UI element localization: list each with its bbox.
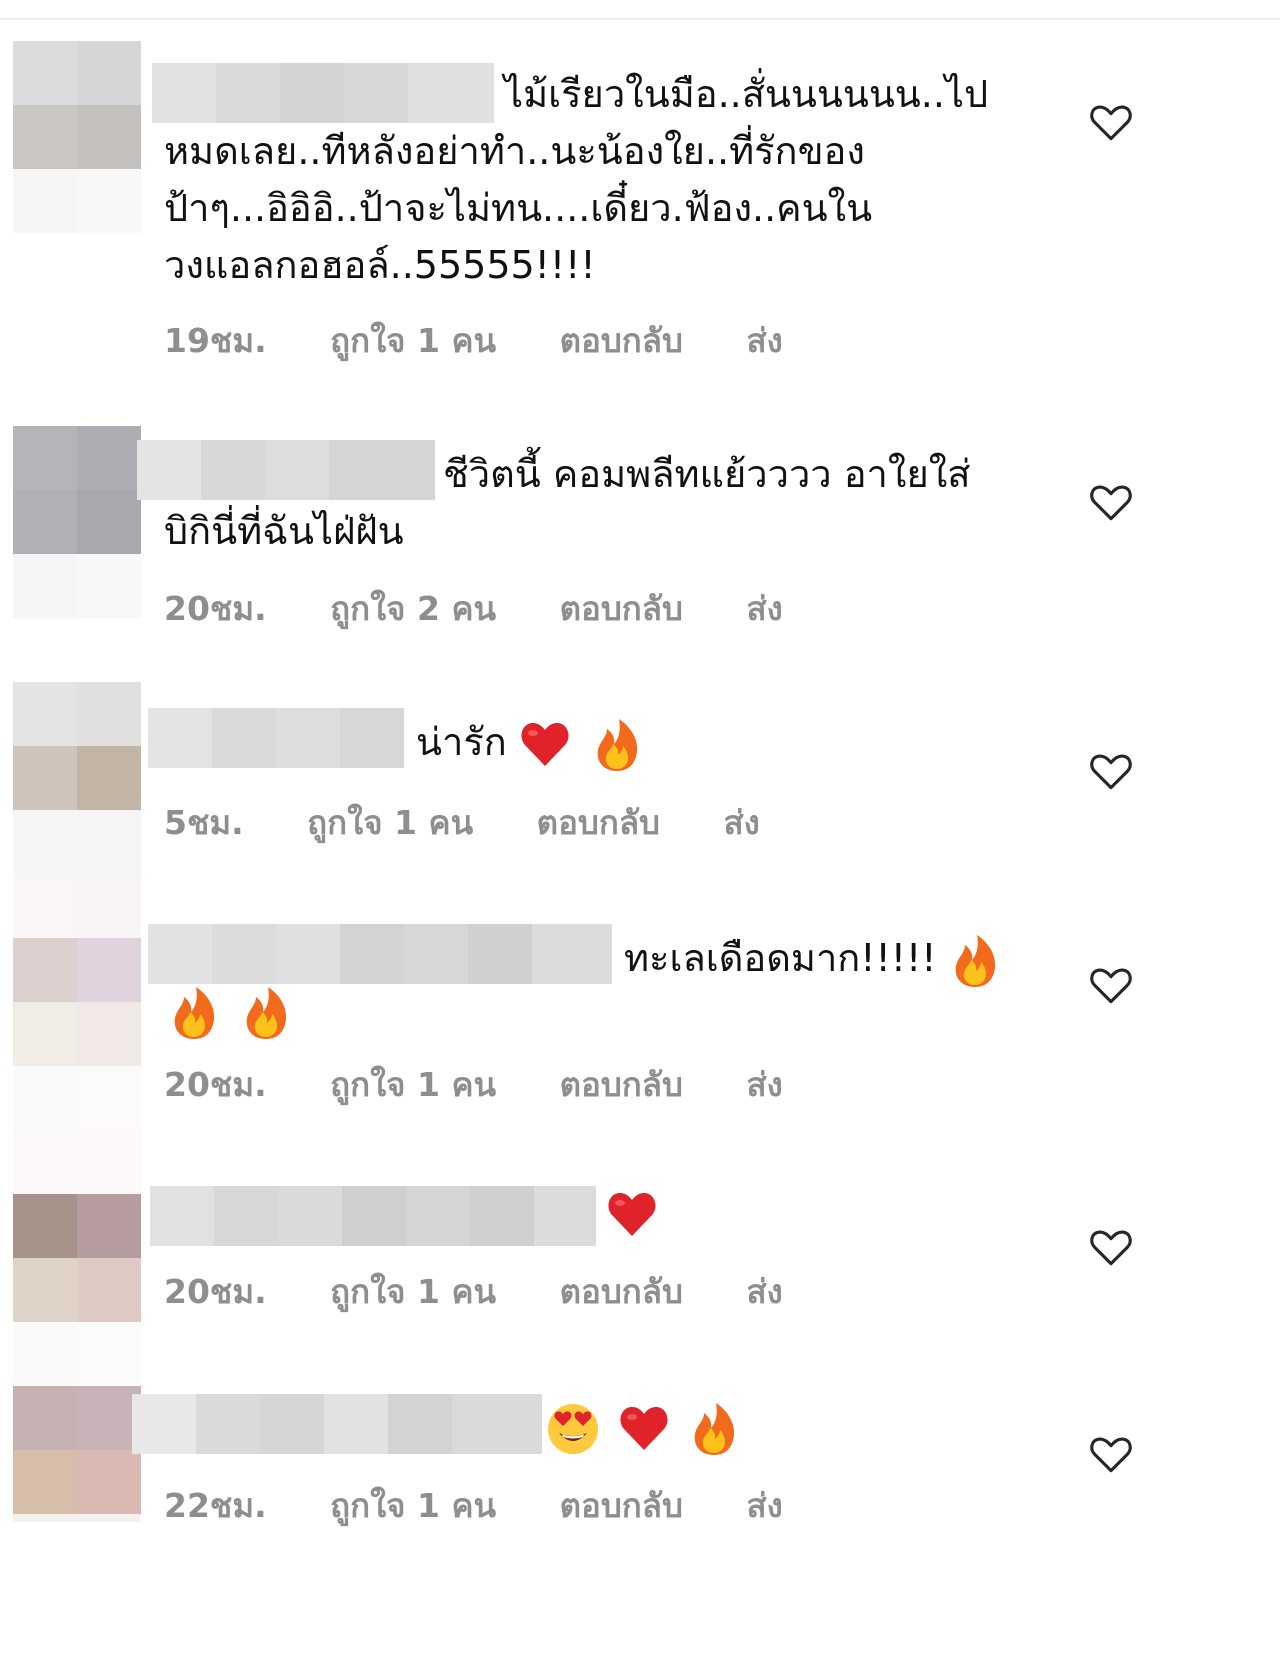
reply-button[interactable]: ตอบกลับ [560,1065,683,1104]
comment-text-line: หมดเลย..ทีหลังอย่าทำ..นะน้องใย..ที่รักขอ… [164,129,865,173]
heart-outline-icon[interactable] [1086,97,1136,147]
comment-meta: 20ชม. ถูกใจ 1 คน ตอบกลับ ส่ง [164,1058,835,1111]
fire-emoji-icon [597,718,638,771]
avatar[interactable] [13,682,141,874]
like-count-button[interactable]: ถูกใจ 1 คน [330,321,496,360]
like-count-button[interactable]: ถูกใจ 1 คน [330,1065,496,1104]
comment-text: น่ารัก [416,720,507,764]
username-blurred[interactable] [152,63,494,123]
comment-meta: 20ชม. ถูกใจ 1 คน ตอบกลับ ส่ง [164,1265,835,1318]
fire-emoji-icon [955,934,995,987]
heart-outline-icon[interactable] [1086,477,1136,527]
top-divider [0,18,1280,20]
red-heart-emoji-icon [620,1406,668,1450]
timestamp: 20ชม. [164,1065,267,1104]
timestamp: 19ชม. [164,321,267,360]
avatar[interactable] [13,1194,141,1386]
username-blurred[interactable] [148,924,612,984]
like-count-button[interactable]: ถูกใจ 1 คน [330,1486,496,1525]
heart-outline-icon[interactable] [1086,1429,1136,1479]
timestamp: 5ชม. [164,803,244,842]
comment-meta: 5ชม. ถูกใจ 1 คน ตอบกลับ ส่ง [164,796,812,849]
heart-eyes-emoji-icon [548,1403,598,1454]
comment-text-line: ทะเลเดือดมาก!!!!! [624,930,1001,989]
comment-text-line [546,1398,740,1457]
send-button[interactable]: ส่ง [746,321,782,360]
timestamp: 20ชม. [164,1272,267,1311]
heart-outline-icon[interactable] [1086,960,1136,1010]
comment-meta: 20ชม. ถูกใจ 2 คน ตอบกลับ ส่ง [164,582,835,635]
fire-emoji-icon [174,986,215,1039]
send-button[interactable]: ส่ง [746,589,782,628]
comment-text-line: ไม้เรียวในมือ..สั่นนนนนน..ไป [504,72,989,116]
comment-text-line: น่ารัก [416,714,643,773]
send-button[interactable]: ส่ง [724,803,760,842]
avatar[interactable] [13,426,141,618]
timestamp: 20ชม. [164,589,267,628]
comment-text-line [168,982,292,1041]
like-count-button[interactable]: ถูกใจ 2 คน [330,589,496,628]
reply-button[interactable]: ตอบกลับ [560,321,683,360]
comment-text-line: วงแอลกอฮอล์..55555!!!! [164,243,596,287]
red-heart-emoji-icon [608,1192,656,1236]
comment-meta: 19ชม. ถูกใจ 1 คน ตอบกลับ ส่ง [164,314,835,367]
username-blurred[interactable] [137,440,435,500]
fire-emoji-icon [246,986,287,1039]
reply-button[interactable]: ตอบกลับ [560,1486,683,1525]
reply-button[interactable]: ตอบกลับ [537,803,660,842]
username-blurred[interactable] [150,1186,596,1246]
send-button[interactable]: ส่ง [746,1486,782,1525]
reply-button[interactable]: ตอบกลับ [560,1272,683,1311]
avatar[interactable] [13,1386,141,1522]
comment-text-line: ชีวิตนี้ คอมพลีทแย้วววว อาใยใส่ [443,452,971,496]
send-button[interactable]: ส่ง [746,1065,782,1104]
username-blurred[interactable] [132,1394,542,1454]
heart-outline-icon[interactable] [1086,1222,1136,1272]
avatar[interactable] [13,41,141,233]
red-heart-emoji-icon [521,722,569,766]
like-count-button[interactable]: ถูกใจ 1 คน [330,1272,496,1311]
fire-emoji-icon [694,1402,735,1455]
heart-outline-icon[interactable] [1086,746,1136,796]
comment-meta: 22ชม. ถูกใจ 1 คน ตอบกลับ ส่ง [164,1479,835,1532]
reply-button[interactable]: ตอบกลับ [560,589,683,628]
comment-text-line: ป้าๆ...อิอิอิ..ป้าจะไม่ทน....เดี๋ยว.ฟ้อง… [164,186,873,230]
comment-text: ทะเลเดือดมาก!!!!! [624,936,937,980]
timestamp: 22ชม. [164,1486,267,1525]
avatar[interactable] [13,874,141,1194]
comment-text-line: บิกินี่ที่ฉันไฝ่ฝัน [164,509,404,553]
like-count-button[interactable]: ถูกใจ 1 คน [307,803,473,842]
comment-text-line [606,1184,658,1241]
username-blurred[interactable] [148,708,404,768]
send-button[interactable]: ส่ง [746,1272,782,1311]
